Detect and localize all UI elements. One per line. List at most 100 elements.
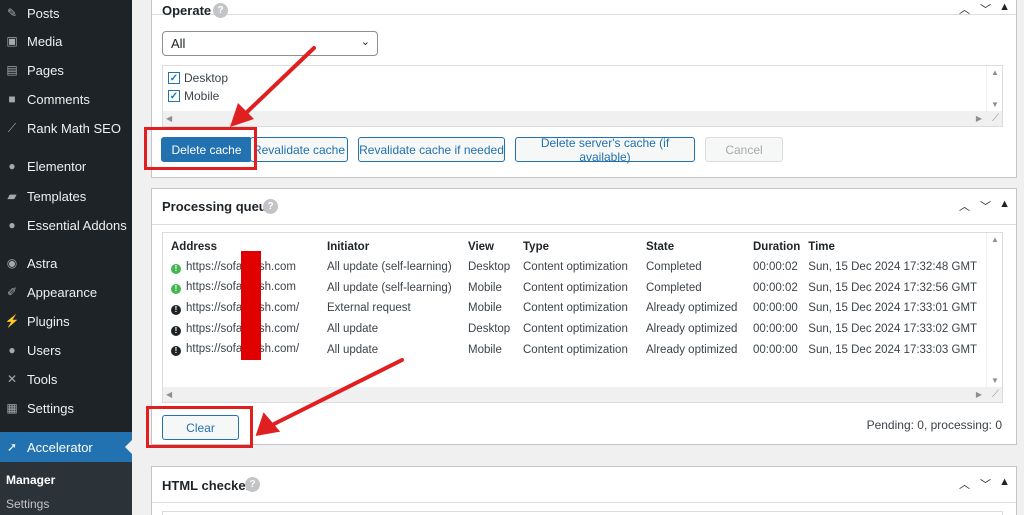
chart-icon: ⟋ — [7, 120, 17, 135]
sidebar-item-label: Pages — [27, 62, 64, 78]
help-icon[interactable]: ? — [263, 199, 278, 214]
scroll-right-icon[interactable]: ▶ — [976, 390, 982, 399]
panel-title: Operate — [162, 3, 212, 18]
revalidate-cache-button[interactable]: Revalidate cache — [250, 137, 348, 162]
scroll-left-icon[interactable]: ◀ — [166, 390, 172, 399]
submenu-settings[interactable]: Settings — [6, 497, 49, 511]
sidebar-item-label: Users — [27, 342, 61, 358]
astra-icon: ◉ — [6, 256, 18, 270]
checkbox-mobile[interactable]: ✓ Mobile — [168, 89, 219, 103]
sidebar-item-label: Templates — [27, 188, 87, 204]
row-state: Already optimized — [646, 343, 738, 356]
column-header: Initiator — [327, 241, 370, 253]
chevron-up-icon[interactable]: ︿ — [959, 198, 970, 214]
row-initiator: All update — [327, 323, 379, 336]
help-icon[interactable]: ? — [213, 3, 228, 18]
chevron-down-icon: ⌄ — [360, 36, 370, 48]
chevron-up-icon[interactable]: ︿ — [959, 476, 970, 492]
html-checker-panel: HTML checker ? ︿ ﹀ ▲ — [151, 466, 1017, 515]
chevron-down-icon[interactable]: ﹀ — [980, 1, 991, 17]
sidebar-item-appearance[interactable]: ✐ Appearance — [0, 278, 132, 306]
sidebar-item-comments[interactable]: ■ Comments — [0, 85, 132, 113]
checkbox-label: Desktop — [184, 71, 229, 85]
info-status-icon: ! — [171, 325, 181, 336]
sidebar-item-astra[interactable]: ◉ Astra — [0, 249, 132, 277]
vertical-scrollbar[interactable]: ▲ ▼ — [986, 66, 1002, 111]
elementor-icon: ● — [8, 159, 16, 173]
media-icon: ▣ — [6, 34, 18, 48]
checkbox-desktop[interactable]: ✓ Desktop — [168, 71, 228, 85]
vertical-scrollbar[interactable]: ▲ ▼ — [986, 233, 1002, 387]
admin-sidebar: ✎ Posts ▣ Media ▤ Pages ■ Comments ⟋ Ran… — [0, 0, 132, 515]
sidebar-item-media[interactable]: ▣ Media — [0, 27, 132, 55]
revalidate-if-needed-button[interactable]: Revalidate cache if needed — [358, 137, 505, 162]
scroll-down-icon[interactable]: ▼ — [991, 100, 999, 109]
sidebar-item-elementor[interactable]: ● Elementor — [0, 152, 132, 180]
chevron-down-icon[interactable]: ﹀ — [980, 198, 991, 214]
submenu-manager[interactable]: Manager — [6, 473, 55, 487]
folder-icon: ▰ — [7, 189, 17, 203]
sidebar-item-templates[interactable]: ▰ Templates — [0, 182, 132, 210]
row-initiator: All update (self-learning) — [327, 281, 452, 294]
column-header: View — [468, 241, 494, 253]
sidebar-item-label: Elementor — [27, 158, 87, 174]
chevron-up-icon[interactable]: ︿ — [959, 1, 970, 17]
operate-header: Operate ? ︿ ﹀ ▲ — [152, 0, 1016, 18]
sidebar-item-label: Plugins — [27, 313, 70, 329]
collapse-triangle-icon[interactable]: ▲ — [999, 476, 1010, 488]
queue-table-container[interactable]: Address Initiator View Type State Durati… — [162, 232, 1003, 403]
row-duration: 00:00:00 — [753, 323, 798, 336]
cancel-button: Cancel — [705, 137, 783, 162]
scroll-up-icon[interactable]: ▲ — [991, 235, 999, 244]
row-type: Content optimization — [523, 343, 628, 356]
sidebar-item-users[interactable]: ● Users — [0, 336, 132, 364]
column-header: Time — [808, 241, 835, 253]
checkbox-label: Mobile — [184, 89, 220, 103]
horizontal-scrollbar[interactable]: ◀ ▶ ⟋ — [163, 387, 1002, 402]
panel-title: HTML checker — [162, 478, 251, 493]
plug-icon: ⚡ — [4, 314, 20, 328]
resize-handle-icon[interactable]: ⟋ — [992, 113, 999, 124]
sidebar-item-pages[interactable]: ▤ Pages — [0, 56, 132, 84]
scroll-right-icon[interactable]: ▶ — [976, 114, 982, 123]
resize-handle-icon[interactable]: ⟋ — [992, 389, 999, 400]
view-select[interactable]: All ⌄ — [162, 31, 378, 56]
row-state: Already optimized — [646, 302, 738, 315]
delete-server-cache-button[interactable]: Delete server's cache (if available) — [515, 136, 695, 164]
accelerator-icon: ➚ — [6, 440, 18, 454]
collapse-triangle-icon[interactable]: ▲ — [999, 198, 1010, 210]
html-checker-header: HTML checker ? ︿ ﹀ ▲ — [152, 467, 1016, 503]
sidebar-item-rank-math[interactable]: ⟋ Rank Math SEO — [0, 114, 132, 142]
scroll-left-icon[interactable]: ◀ — [166, 114, 172, 123]
sidebar-item-label: Posts — [27, 5, 60, 21]
sidebar-item-tools[interactable]: ✕ Tools — [0, 365, 132, 393]
sidebar-item-plugins[interactable]: ⚡ Plugins — [0, 307, 132, 335]
scroll-down-icon[interactable]: ▼ — [991, 376, 999, 385]
row-type: Content optimization — [523, 323, 628, 336]
row-duration: 00:00:02 — [753, 261, 798, 274]
collapse-triangle-icon[interactable]: ▲ — [999, 1, 1010, 13]
horizontal-scrollbar[interactable]: ◀ ▶ ⟋ — [163, 111, 1002, 126]
chevron-down-icon[interactable]: ﹀ — [980, 476, 991, 492]
highlight-box-delete-cache — [144, 127, 257, 170]
sidebar-item-settings[interactable]: ▦ Settings — [0, 394, 132, 422]
row-view: Mobile — [468, 302, 502, 315]
table-row: ! https://sofa lish.com/ External request… — [167, 298, 981, 319]
sidebar-item-label: Media — [27, 33, 63, 49]
accelerator-submenu: Manager Settings — [0, 462, 132, 515]
help-icon[interactable]: ? — [245, 477, 260, 492]
table-row: ! https://sofa lish.com All update (self-… — [167, 257, 981, 278]
row-time: Sun, 15 Dec 2024 17:33:02 GMT — [808, 323, 978, 336]
scroll-up-icon[interactable]: ▲ — [991, 68, 999, 77]
sidebar-item-accelerator[interactable]: ➚ Accelerator — [0, 432, 132, 462]
row-view: Desktop — [468, 323, 511, 336]
column-header: State — [646, 241, 675, 253]
sidebar-item-essential-addons[interactable]: ● Essential Addons — [0, 211, 132, 239]
view-listbox[interactable]: ✓ Desktop ✓ Mobile ▲ ▼ ◀ ▶ ⟋ — [162, 65, 1003, 127]
sidebar-item-posts[interactable]: ✎ Posts — [0, 0, 132, 27]
row-view: Mobile — [468, 343, 502, 356]
row-duration: 00:00:02 — [753, 281, 798, 294]
row-view: Desktop — [468, 261, 511, 274]
sidebar-item-label: Rank Math SEO — [27, 120, 121, 136]
html-checker-field[interactable] — [162, 511, 1003, 515]
